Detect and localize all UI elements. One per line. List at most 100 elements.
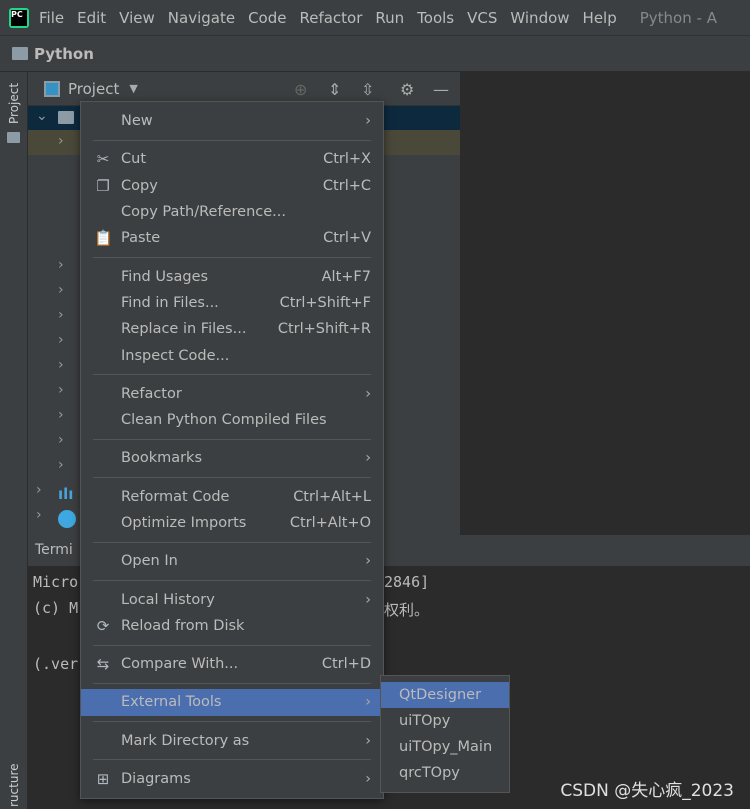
menu-separator xyxy=(81,369,383,381)
menu-item-label: Inspect Code... xyxy=(121,347,230,364)
menu-view[interactable]: View xyxy=(119,9,155,27)
chevron-right-icon[interactable]: › xyxy=(58,282,64,298)
menu-item-copy-path-reference[interactable]: Copy Path/Reference... xyxy=(81,199,383,225)
terminal-line: (c) M xyxy=(33,599,79,617)
menu-run[interactable]: Run xyxy=(375,9,404,27)
chevron-right-icon[interactable]: › xyxy=(58,432,64,448)
project-tool-tab[interactable]: Project xyxy=(7,83,21,124)
chevron-right-icon: › xyxy=(365,450,371,467)
menu-item-label: Optimize Imports xyxy=(121,515,247,531)
chevron-down-icon[interactable]: ⌄ xyxy=(36,108,48,124)
chevron-right-icon[interactable]: › xyxy=(36,507,42,523)
menu-item-label: New xyxy=(121,113,153,130)
gear-icon[interactable]: ⚙ xyxy=(400,80,414,99)
project-panel-title[interactable]: Project xyxy=(68,80,119,98)
navigation-bar: Python xyxy=(0,36,750,72)
terminal-tab[interactable]: Termi xyxy=(35,542,73,558)
chevron-right-icon: › xyxy=(365,694,371,711)
structure-tool-tab[interactable]: ructure xyxy=(7,764,21,808)
chevron-right-icon: › xyxy=(365,732,371,749)
chevron-right-icon: › xyxy=(365,113,371,130)
menu-item-compare-with[interactable]: ⇆ Compare With... Ctrl+D xyxy=(81,651,383,677)
expand-all-icon[interactable]: ⇕ xyxy=(328,80,341,99)
submenu-item-uitopy-main[interactable]: uiTOpy_Main xyxy=(381,734,509,760)
menu-item-refactor[interactable]: Refactor › xyxy=(81,381,383,407)
menu-item-external-tools[interactable]: External Tools › xyxy=(81,689,383,716)
menu-separator xyxy=(81,472,383,484)
menu-item-new[interactable]: New › xyxy=(81,108,383,134)
locate-icon[interactable]: ⊕ xyxy=(294,80,307,99)
menu-item-copy[interactable]: ❐ Copy Ctrl+C xyxy=(81,173,383,199)
menu-help[interactable]: Help xyxy=(583,9,617,27)
shortcut: Ctrl+X xyxy=(323,151,371,168)
scratches-icon xyxy=(58,510,76,528)
chevron-right-icon[interactable]: › xyxy=(58,407,64,423)
menu-code[interactable]: Code xyxy=(248,9,286,27)
submenu-item-qtdesigner[interactable]: QtDesigner xyxy=(381,682,509,708)
menu-item-label: External Tools xyxy=(121,694,222,711)
menu-refactor[interactable]: Refactor xyxy=(299,9,362,27)
menu-file[interactable]: File xyxy=(39,9,64,27)
pycharm-logo-icon xyxy=(9,7,29,28)
menu-item-reload-from-disk[interactable]: ⟳ Reload from Disk xyxy=(81,613,383,639)
menu-item-cut[interactable]: ✂ Cut Ctrl+X xyxy=(81,146,383,172)
chevron-right-icon[interactable]: › xyxy=(58,332,64,348)
shortcut: Ctrl+Alt+L xyxy=(293,488,371,505)
menu-item-local-history[interactable]: Local History › xyxy=(81,586,383,612)
chevron-right-icon: › xyxy=(365,385,371,402)
watermark: CSDN @失心疯_2023 xyxy=(560,781,734,801)
menu-item-diagrams[interactable]: ⊞ Diagrams › xyxy=(81,766,383,792)
menu-tools[interactable]: Tools xyxy=(417,9,454,27)
submenu-item-qrctopy[interactable]: qrcTOpy xyxy=(381,760,509,786)
menu-item-inspect-code[interactable]: Inspect Code... xyxy=(81,342,383,368)
menu-item-label: Find Usages xyxy=(121,268,209,285)
menu-item-label: Open In xyxy=(121,553,178,570)
minimize-icon[interactable]: — xyxy=(433,80,449,99)
chevron-right-icon: › xyxy=(365,553,371,570)
menu-window[interactable]: Window xyxy=(510,9,569,27)
dropdown-arrow-icon[interactable]: ▼ xyxy=(129,82,137,95)
menu-item-label: Replace in Files... xyxy=(121,321,247,338)
chevron-right-icon[interactable]: › xyxy=(58,257,64,273)
chevron-right-icon[interactable]: › xyxy=(58,133,64,149)
menu-navigate[interactable]: Navigate xyxy=(168,9,235,27)
menu-bar: File Edit View Navigate Code Refactor Run Tools… xyxy=(0,0,750,36)
menu-item-label: Reload from Disk xyxy=(121,617,245,634)
menu-item-reformat-code[interactable]: Reformat Code Ctrl+Alt+L xyxy=(81,484,383,510)
chevron-right-icon[interactable]: › xyxy=(58,457,64,473)
menu-item-replace-in-files[interactable]: Replace in Files... Ctrl+Shift+R xyxy=(81,316,383,342)
project-view-icon xyxy=(44,80,60,97)
collapse-all-icon[interactable]: ⇳ xyxy=(361,80,374,99)
chevron-right-icon: › xyxy=(365,591,371,608)
menu-item-find-in-files[interactable]: Find in Files... Ctrl+Shift+F xyxy=(81,290,383,316)
menu-separator xyxy=(81,754,383,766)
left-tool-strip: Project ructure xyxy=(0,72,28,809)
breadcrumb-project[interactable]: Python xyxy=(34,45,94,63)
chevron-right-icon[interactable]: › xyxy=(58,357,64,373)
menu-item-label: Copy xyxy=(121,177,158,194)
menu-edit[interactable]: Edit xyxy=(77,9,106,27)
folder-icon xyxy=(12,47,28,60)
menu-item-open-in[interactable]: Open In › xyxy=(81,548,383,574)
menu-item-mark-directory-as[interactable]: Mark Directory as › xyxy=(81,728,383,754)
scissors-icon: ✂ xyxy=(96,150,110,169)
menu-separator xyxy=(81,639,383,651)
menu-separator xyxy=(81,716,383,728)
menu-item-clean-python-compiled-files[interactable]: Clean Python Compiled Files xyxy=(81,407,383,433)
external-tools-submenu: QtDesigner uiTOpy uiTOpy_Main qrcTOpy xyxy=(380,675,510,793)
menu-vcs[interactable]: VCS xyxy=(467,9,497,27)
shortcut: Ctrl+Shift+F xyxy=(279,294,371,311)
chevron-right-icon[interactable]: › xyxy=(58,307,64,323)
menu-item-label: Local History xyxy=(121,591,215,608)
menu-item-label: Cut xyxy=(121,151,146,168)
chevron-right-icon[interactable]: › xyxy=(36,482,42,498)
terminal-line: Micro xyxy=(33,573,79,591)
submenu-item-uitopy[interactable]: uiTOpy xyxy=(381,708,509,734)
chevron-right-icon[interactable]: › xyxy=(58,382,64,398)
menu-item-paste[interactable]: 📋 Paste Ctrl+V xyxy=(81,225,383,251)
menu-item-find-usages[interactable]: Find Usages Alt+F7 xyxy=(81,263,383,289)
menu-item-bookmarks[interactable]: Bookmarks › xyxy=(81,445,383,471)
menu-item-optimize-imports[interactable]: Optimize Imports Ctrl+Alt+O xyxy=(81,510,383,536)
menu-separator xyxy=(81,574,383,586)
shortcut: Alt+F7 xyxy=(321,268,371,285)
